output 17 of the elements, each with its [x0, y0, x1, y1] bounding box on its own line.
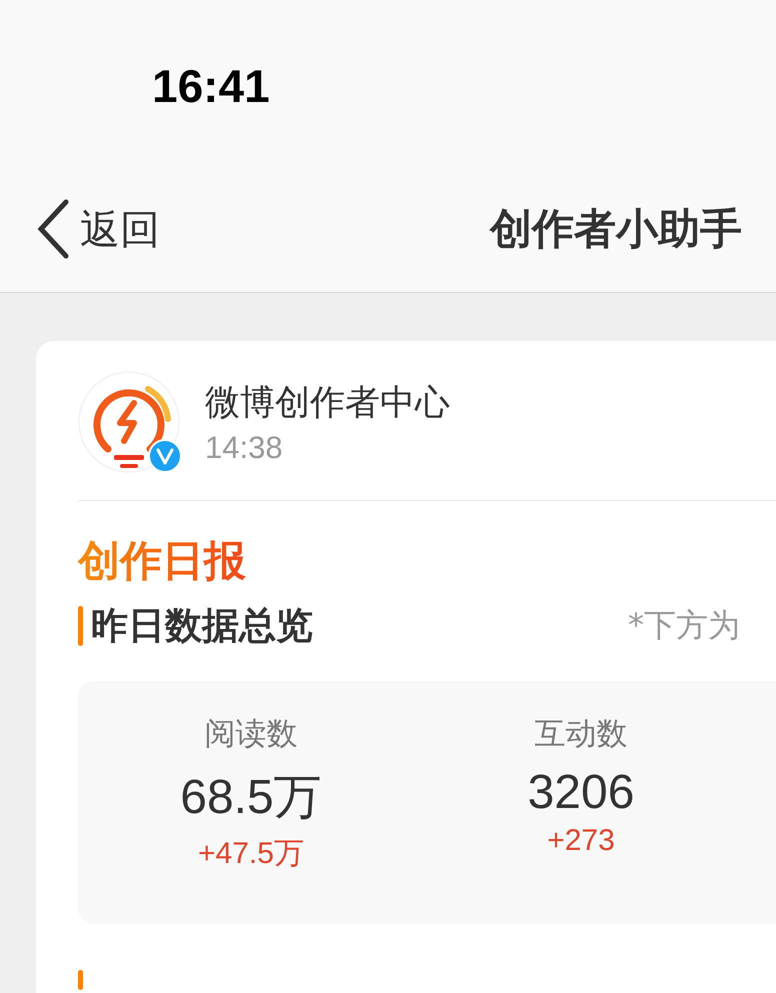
back-icon: [36, 199, 70, 259]
section-marker: [78, 606, 83, 646]
sender-name: 微博创作者中心: [205, 382, 450, 424]
stat-change: +47.5万: [198, 836, 304, 872]
message-time: 14:38: [205, 430, 284, 466]
section-marker: [78, 970, 83, 990]
stat-label: 互动数: [534, 715, 628, 754]
section-title: 昨日数据总览: [91, 603, 313, 649]
section-note: *下方为: [628, 605, 740, 646]
avatar-logo-icon: [78, 371, 180, 473]
stat-label: 阅读数: [204, 715, 298, 754]
stat-value: 3206: [528, 765, 634, 820]
status-time: 16:41: [152, 58, 270, 112]
stat-value: 68.5万: [180, 770, 322, 826]
page-title: 创作者小助手: [490, 203, 742, 255]
back-button[interactable]: 返回: [36, 199, 160, 259]
stat-change: +273: [547, 824, 615, 858]
